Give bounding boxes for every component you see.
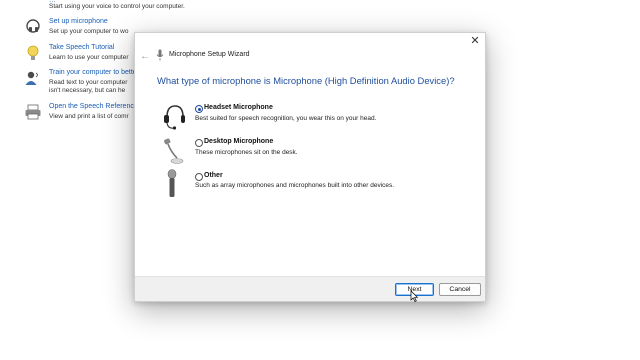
setup-microphone-desc: Set up your computer to wo xyxy=(49,28,129,35)
mouse-cursor-icon xyxy=(410,290,418,302)
headset-option-desc: Best suited for speech recognition, you … xyxy=(195,115,377,122)
close-icon[interactable]: ✕ xyxy=(470,35,479,47)
speech-reference-desc: View and print a list of comr xyxy=(49,113,129,120)
lightbulb-icon xyxy=(27,45,39,60)
speech-tutorial-link[interactable]: Take Speech Tutorial xyxy=(49,44,114,51)
dialog-title: Microphone Setup Wizard xyxy=(169,51,250,58)
train-computer-link[interactable]: Train your computer to bette xyxy=(49,69,137,76)
close-button[interactable]: ✕ xyxy=(468,35,482,47)
other-option-label[interactable]: Other xyxy=(204,172,223,179)
handheld-microphone-icon xyxy=(167,169,177,197)
headset-radio[interactable] xyxy=(195,105,203,113)
microphone-icon xyxy=(156,49,164,61)
setup-microphone-link[interactable]: Set up microphone xyxy=(49,18,108,25)
headset-icon xyxy=(164,105,185,130)
desktop-radio[interactable] xyxy=(195,139,203,147)
train-computer-desc: Read text to your computer xyxy=(49,79,128,86)
cancel-button[interactable]: Cancel xyxy=(439,283,481,296)
train-computer-desc-2: isn't necessary, but can he xyxy=(49,87,126,94)
desktop-microphone-icon xyxy=(164,138,184,164)
speech-reference-link[interactable]: Open the Speech Reference xyxy=(49,103,138,110)
speech-tutorial-desc: Learn to use your computer xyxy=(49,54,129,61)
microphone-setup-dialog: ✕ ← Microphone Setup Wizard What type of… xyxy=(134,32,486,302)
dialog-footer: Next Cancel xyxy=(135,276,485,301)
back-arrow-icon[interactable]: ← xyxy=(140,51,150,62)
other-option-desc: Such as array microphones and microphone… xyxy=(195,182,395,189)
other-radio[interactable] xyxy=(195,173,203,181)
microphone-setup-icon xyxy=(26,19,40,33)
desktop-option-label[interactable]: Desktop Microphone xyxy=(204,138,273,145)
desktop-option-desc: These microphones sit on the desk. xyxy=(195,149,298,156)
user-speaking-icon xyxy=(25,71,38,85)
speech-start-desc: Start using your voice to control your c… xyxy=(49,3,185,10)
microphone-type-question: What type of microphone is Microphone (H… xyxy=(157,75,455,86)
printer-icon xyxy=(25,104,41,120)
headset-option-label[interactable]: Headset Microphone xyxy=(204,104,273,111)
